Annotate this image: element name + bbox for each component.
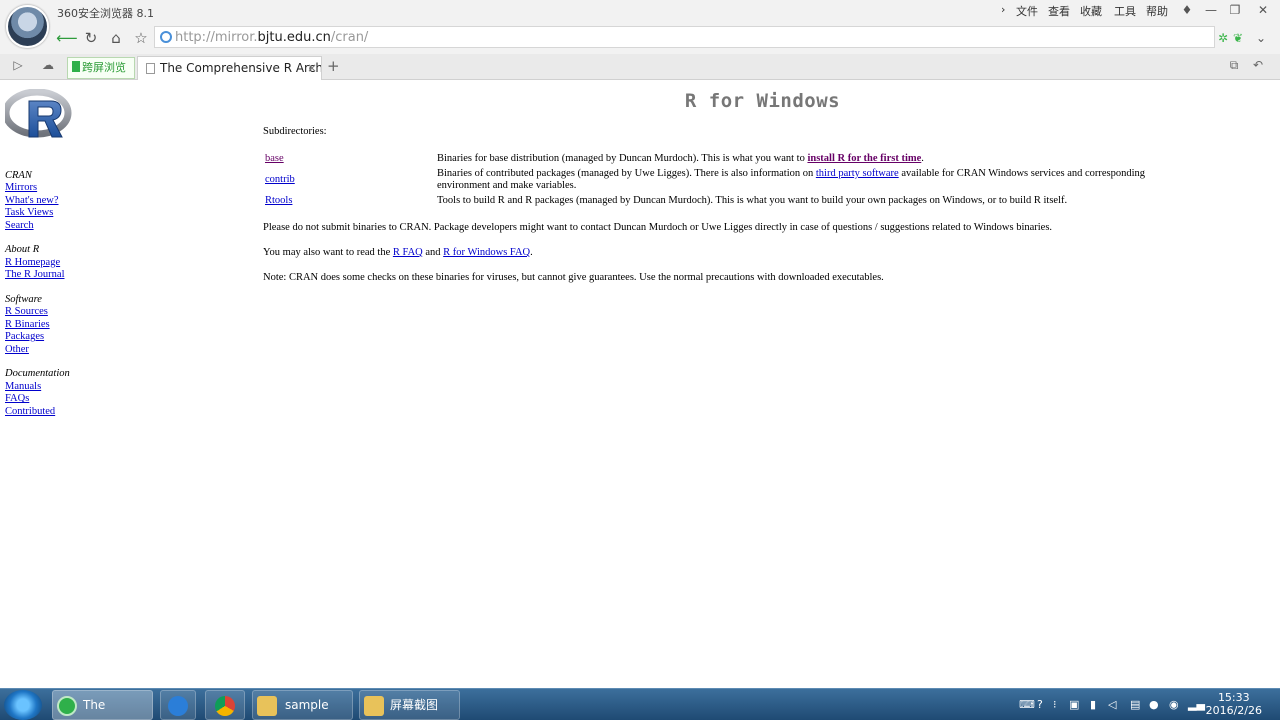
title-bar: 360安全浏览器 8.1 › 文件 查看 收藏 工具 帮助 ♦ — ❐ ✕: [0, 0, 1280, 24]
cloud-icon[interactable]: ☁: [38, 58, 58, 76]
sidebar-link-r-homepage[interactable]: R Homepage: [5, 257, 60, 268]
r-windows-faq-link[interactable]: R for Windows FAQ: [443, 247, 530, 258]
sidebar-link-r-journal[interactable]: The R Journal: [5, 269, 65, 280]
subdirectories-label: Subdirectories:: [263, 126, 327, 137]
dir-link-contrib[interactable]: contrib: [265, 174, 295, 185]
qq-icon[interactable]: ●: [1149, 698, 1159, 711]
sidebar-toggle-icon[interactable]: ▷: [8, 58, 28, 76]
back-arrow-icon[interactable]: ⟵: [56, 27, 78, 49]
binaries-note: Please do not submit binaries to CRAN. P…: [263, 222, 1053, 233]
minimize-button[interactable]: —: [1200, 1, 1222, 19]
app-title: 360安全浏览器 8.1: [57, 7, 154, 20]
sidebar-group-title: Documentation: [5, 368, 70, 380]
menu-help[interactable]: 帮助: [1146, 3, 1168, 19]
chrome-icon: [215, 696, 235, 716]
dir-link-rtools[interactable]: Rtools: [265, 195, 292, 206]
sidebar-link-contributed[interactable]: Contributed: [5, 406, 55, 417]
dir-description: Binaries for base distribution (managed …: [437, 153, 924, 164]
navigation-bar: ⟵ ↻ ⌂ ☆ http://mirror.bjtu.edu.cn/cran/ …: [0, 24, 1280, 54]
sidebar-link-mirrors[interactable]: Mirrors: [5, 182, 37, 193]
start-button[interactable]: [4, 690, 42, 720]
sidebar-group-title: About R: [5, 244, 40, 256]
url-text[interactable]: http://mirror.bjtu.edu.cn/cran/: [175, 30, 368, 45]
notification-icon[interactable]: ▣: [1069, 698, 1079, 711]
dir-description: Binaries of contributed packages (manage…: [437, 168, 1146, 191]
keyboard-icon[interactable]: ⌨: [1019, 698, 1035, 711]
battery-icon[interactable]: ▮: [1090, 698, 1096, 711]
tab-title: The Comprehensive R Archive: [160, 61, 321, 75]
third-party-software-link[interactable]: third party software: [816, 168, 899, 179]
menu-tools[interactable]: 工具: [1114, 3, 1136, 19]
leaf-icon[interactable]: ❦: [1233, 31, 1243, 45]
tab-active[interactable]: The Comprehensive R Archive ×: [137, 56, 322, 80]
document-icon: [146, 63, 155, 74]
close-tab-icon[interactable]: ×: [307, 57, 317, 79]
folder-icon: [364, 696, 384, 716]
globe-icon: [160, 31, 172, 43]
close-window-button[interactable]: ✕: [1252, 1, 1274, 19]
dir-description: Tools to build R and R packages (managed…: [437, 195, 1068, 206]
pen-icon: [168, 696, 188, 716]
r-faq-link[interactable]: R FAQ: [393, 247, 423, 258]
taskbar-folder-sample[interactable]: sample: [252, 690, 353, 720]
skin-icon[interactable]: ♦: [1176, 1, 1198, 19]
sidebar: CRAN Mirrors What's new? Task Views Sear…: [5, 170, 70, 418]
user-avatar[interactable]: [6, 5, 49, 48]
sidebar-link-packages[interactable]: Packages: [5, 331, 44, 342]
clock[interactable]: 15:33 2016/2/26: [1206, 691, 1262, 717]
sidebar-link-search[interactable]: Search: [5, 220, 34, 231]
show-hidden-icon[interactable]: ⁝: [1053, 698, 1057, 711]
taskbar-pen-app[interactable]: [160, 690, 196, 720]
sidebar-group-title: CRAN: [5, 170, 32, 181]
taskbar: The Compr... sample 屏幕截图 ⌨ ? ⁝ ▣ ▮ ◁ ▤ ●…: [0, 688, 1280, 720]
phone-icon: [72, 61, 80, 72]
faq-paragraph: You may also want to read the R FAQ and …: [263, 247, 533, 258]
menu-file[interactable]: 文件: [1016, 3, 1038, 19]
dir-link-base[interactable]: base: [265, 153, 284, 164]
sidebar-link-whats-new[interactable]: What's new?: [5, 195, 59, 206]
maximize-button[interactable]: ❐: [1224, 1, 1246, 19]
accelerate-icon[interactable]: ✲: [1218, 31, 1228, 45]
taskbar-browser[interactable]: The Compr...: [52, 690, 153, 720]
web-page: CRAN Mirrors What's new? Task Views Sear…: [0, 80, 1280, 688]
undo-close-icon[interactable]: ↶: [1248, 58, 1268, 76]
sidebar-link-task-views[interactable]: Task Views: [5, 207, 53, 218]
install-r-link[interactable]: install R for the first time: [807, 153, 921, 164]
sidebar-link-faqs[interactable]: FAQs: [5, 393, 29, 404]
taskbar-folder-screenshots[interactable]: 屏幕截图: [359, 690, 460, 720]
refresh-icon[interactable]: ↻: [80, 27, 102, 49]
menu-view[interactable]: 查看: [1048, 3, 1070, 19]
star-icon[interactable]: ☆: [130, 27, 152, 49]
folder-icon: [257, 696, 277, 716]
speaker-icon[interactable]: ◁: [1108, 698, 1116, 711]
browser-icon: [57, 696, 77, 716]
tab-list-icon[interactable]: ⧉: [1224, 58, 1244, 76]
menu-favorites[interactable]: 收藏: [1080, 3, 1102, 19]
guard-icon[interactable]: ◉: [1169, 698, 1179, 711]
page-title: R for Windows: [684, 90, 841, 112]
sidebar-link-r-binaries[interactable]: R Binaries: [5, 319, 50, 330]
sidebar-group-title: Software: [5, 294, 42, 306]
help-icon[interactable]: ?: [1037, 698, 1043, 711]
cross-screen-tab[interactable]: 跨屏浏览: [67, 57, 135, 79]
virus-note: Note: CRAN does some checks on these bin…: [263, 272, 884, 283]
sidebar-link-r-sources[interactable]: R Sources: [5, 306, 48, 317]
signal-icon[interactable]: ▂▄: [1188, 698, 1205, 711]
tab-bar: ▷ ☁ 跨屏浏览 The Comprehensive R Archive × +…: [0, 54, 1280, 80]
sidebar-link-other[interactable]: Other: [5, 344, 29, 355]
taskbar-chrome[interactable]: [205, 690, 245, 720]
chevron-down-icon[interactable]: ⌄: [1250, 27, 1272, 49]
chevron-right-icon[interactable]: ›: [1001, 3, 1005, 16]
home-icon[interactable]: ⌂: [105, 27, 127, 49]
new-tab-button[interactable]: +: [327, 57, 340, 75]
sidebar-link-manuals[interactable]: Manuals: [5, 381, 41, 392]
network-icon[interactable]: ▤: [1130, 698, 1140, 711]
address-bar[interactable]: http://mirror.bjtu.edu.cn/cran/ ✲ ❦: [154, 26, 1243, 48]
